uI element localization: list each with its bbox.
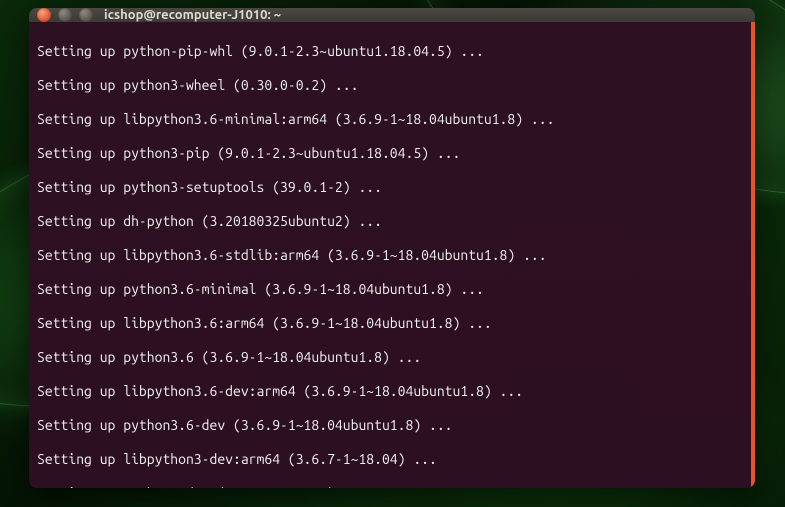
terminal-line: Setting up dh-python (3.20180325ubuntu2)… [37,213,743,230]
terminal-line: Setting up python3-pip (9.0.1-2.3~ubuntu… [37,145,743,162]
terminal-line: Setting up libpython3-dev:arm64 (3.6.7-1… [37,451,743,468]
terminal-body[interactable]: Setting up python-pip-whl (9.0.1-2.3~ubu… [29,22,755,488]
close-icon[interactable] [37,8,51,22]
terminal-line: Setting up python3-setuptools (39.0.1-2)… [37,179,743,196]
terminal-window: icshop@recomputer-J1010: ~ Setting up py… [29,8,755,488]
terminal-line: Setting up python-pip-whl (9.0.1-2.3~ubu… [37,43,743,60]
terminal-line: Setting up python3.6 (3.6.9-1~18.04ubunt… [37,349,743,366]
terminal-line: Setting up python3.6-minimal (3.6.9-1~18… [37,281,743,298]
terminal-line: Setting up python3-dev (3.6.7-1~18.04) .… [37,485,743,488]
minimize-icon[interactable] [58,8,72,22]
terminal-line: Setting up libpython3.6-stdlib:arm64 (3.… [37,247,743,264]
window-titlebar[interactable]: icshop@recomputer-J1010: ~ [29,8,755,22]
terminal-line: Setting up libpython3.6-dev:arm64 (3.6.9… [37,383,743,400]
window-title: icshop@recomputer-J1010: ~ [104,8,281,22]
maximize-icon[interactable] [79,8,93,22]
terminal-line: Setting up python3.6-dev (3.6.9-1~18.04u… [37,417,743,434]
terminal-line: Setting up libpython3.6-minimal:arm64 (3… [37,111,743,128]
terminal-line: Setting up libpython3.6:arm64 (3.6.9-1~1… [37,315,743,332]
terminal-line: Setting up python3-wheel (0.30.0-0.2) ..… [37,77,743,94]
